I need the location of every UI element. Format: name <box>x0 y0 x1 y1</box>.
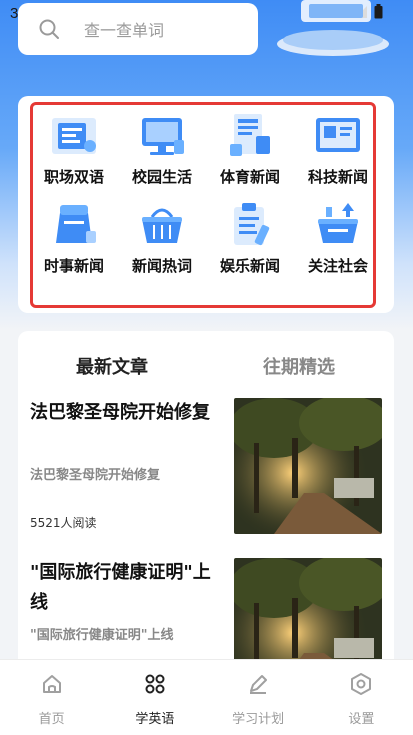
basket-icon <box>142 208 182 243</box>
tech-news-icon <box>316 118 360 152</box>
tab-study-plan[interactable]: 学习计划 <box>207 660 310 735</box>
article-title: 法巴黎圣母院开始修复 <box>30 402 210 423</box>
tab-learn-english[interactable]: 学英语 <box>103 660 206 735</box>
tab-home[interactable]: 首页 <box>0 660 103 735</box>
tab-learn-english-label: 学英语 <box>135 712 175 727</box>
category-label: 娱乐新闻 <box>219 257 280 275</box>
settings-hexagon-icon <box>351 673 372 695</box>
header-illustration <box>277 0 389 56</box>
bottom-tab-bar: 首页 学英语 学习计划 设置 <box>0 659 413 735</box>
article-read-count: 5521人阅读 <box>30 516 97 530</box>
tab-study-plan-label: 学习计划 <box>232 712 285 727</box>
article-thumbnail <box>234 398 382 534</box>
home-icon <box>42 675 61 693</box>
category-label: 新闻热词 <box>131 257 192 275</box>
tab-home-label: 首页 <box>38 712 65 727</box>
tab-settings[interactable]: 设置 <box>310 660 413 735</box>
article-title: "国际旅行健康证明"上线 <box>30 562 211 613</box>
tab-past-selections[interactable]: 往期精选 <box>263 353 335 379</box>
category-label: 科技新闻 <box>307 168 368 186</box>
edit-icon <box>250 675 268 694</box>
tree-lined-path-image <box>234 398 382 534</box>
current-affairs-icon <box>56 205 96 243</box>
category-hot-words[interactable]: 新闻热词 <box>118 199 206 276</box>
search-input[interactable]: 查一查单词 <box>18 3 258 55</box>
category-campus[interactable]: 校园生活 <box>118 110 206 187</box>
search-placeholder: 查一查单词 <box>84 21 165 40</box>
category-label: 关注社会 <box>307 257 368 275</box>
category-label: 体育新闻 <box>219 168 280 186</box>
tab-settings-label: 设置 <box>348 712 375 727</box>
article-subtitle: "国际旅行健康证明"上线 <box>30 628 174 643</box>
article-tabs: 最新文章 往期精选 <box>18 331 394 393</box>
grid-icon <box>145 674 165 694</box>
tab-latest-articles[interactable]: 最新文章 <box>76 353 148 379</box>
category-card: 职场双语 校园生活 体育新闻 科技新闻 时事新闻 新闻热词 娱乐新闻 关注社会 <box>18 96 394 313</box>
category-workplace[interactable]: 职场双语 <box>30 110 118 187</box>
clipboard-icon <box>234 203 270 246</box>
category-sports[interactable]: 体育新闻 <box>206 110 294 187</box>
campus-monitor-icon <box>142 118 184 155</box>
category-grid: 职场双语 校园生活 体育新闻 科技新闻 时事新闻 新闻热词 娱乐新闻 关注社会 <box>30 110 382 276</box>
category-entertainment[interactable]: 娱乐新闻 <box>206 199 294 276</box>
category-current-affairs[interactable]: 时事新闻 <box>30 199 118 276</box>
search-icon <box>39 19 59 39</box>
article-item[interactable]: 法巴黎圣母院开始修复 法巴黎圣母院开始修复 5521人阅读 <box>30 398 382 538</box>
category-label: 校园生活 <box>131 168 192 186</box>
category-tech[interactable]: 科技新闻 <box>294 110 382 187</box>
sports-news-icon <box>230 114 270 156</box>
category-society[interactable]: 关注社会 <box>294 199 382 276</box>
workplace-icon <box>52 118 96 154</box>
category-label: 职场双语 <box>43 168 104 186</box>
category-label: 时事新闻 <box>43 257 104 275</box>
article-subtitle: 法巴黎圣母院开始修复 <box>30 468 161 483</box>
society-icon <box>318 203 358 243</box>
